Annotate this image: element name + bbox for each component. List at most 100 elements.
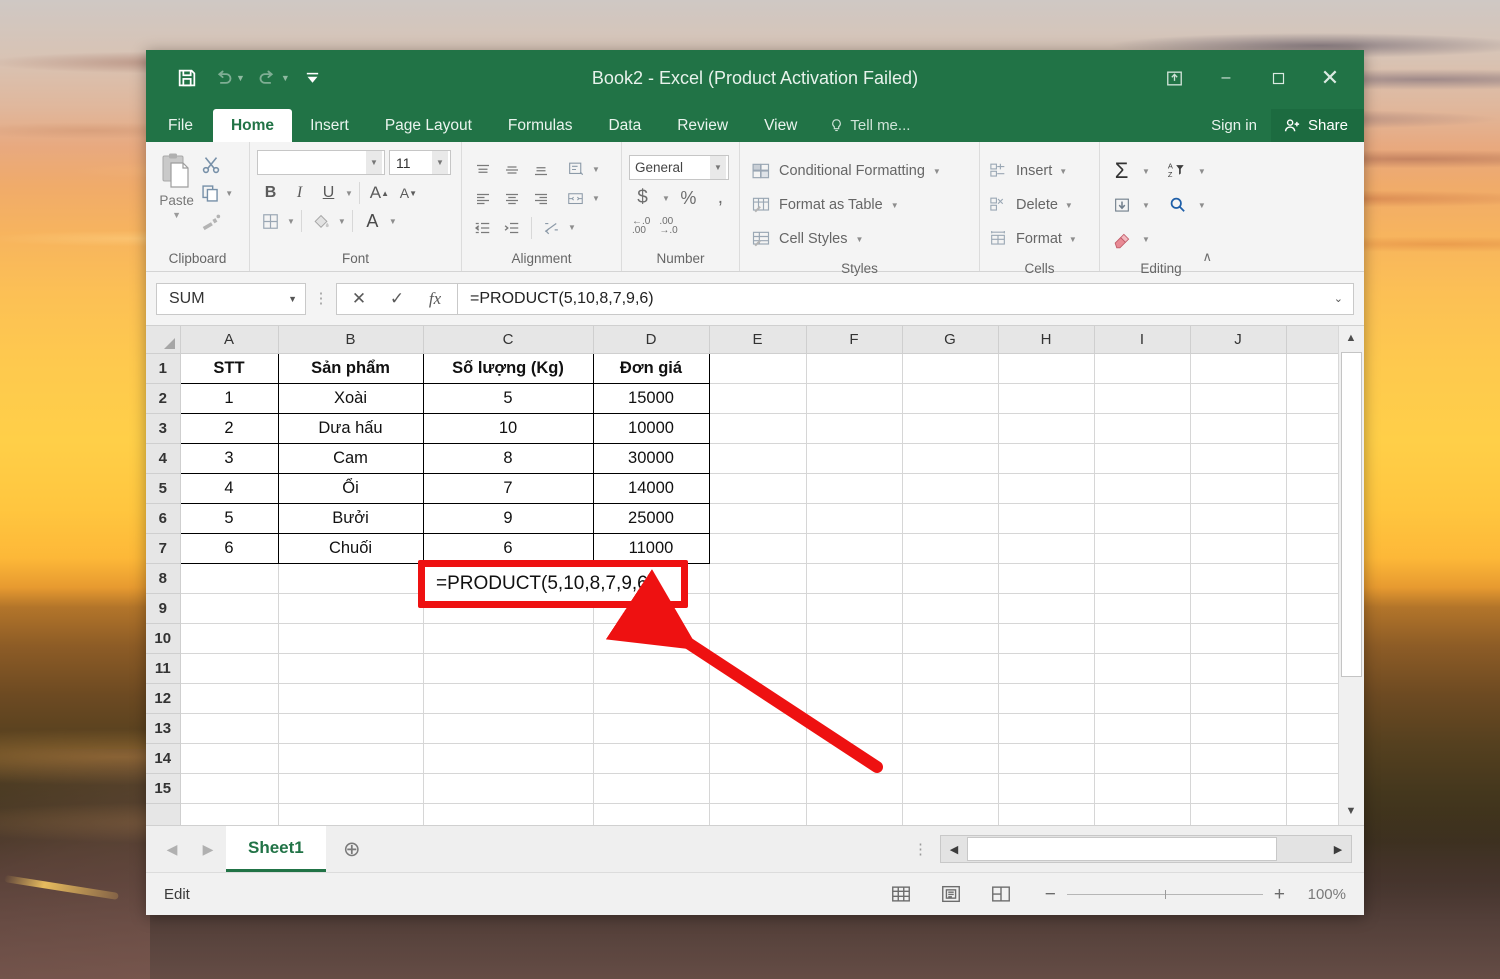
cell-C3[interactable]: 10: [422, 412, 594, 444]
column-header-J[interactable]: J: [1190, 326, 1287, 354]
sign-in-button[interactable]: Sign in: [1197, 109, 1271, 142]
cell-C1[interactable]: Số lượng (Kg): [422, 352, 594, 384]
cell-J8[interactable]: [1190, 563, 1287, 594]
orientation-dropdown-caret[interactable]: ▼: [592, 165, 600, 174]
cell-G12[interactable]: [902, 683, 999, 714]
cell-A5[interactable]: 4: [179, 472, 279, 504]
row-header-2[interactable]: 2: [146, 383, 181, 414]
cut-button[interactable]: [200, 153, 242, 177]
cell-F1[interactable]: [806, 353, 903, 384]
cell-D5[interactable]: 14000: [592, 472, 710, 504]
cell-J12[interactable]: [1190, 683, 1287, 714]
format-cells-button[interactable]: Format ▼: [988, 222, 1077, 256]
decrease-decimal-button[interactable]: .00 →.0: [659, 217, 677, 236]
page-break-preview-icon[interactable]: [989, 883, 1013, 905]
accounting-dropdown-caret[interactable]: ▼: [662, 194, 670, 203]
cell-A2[interactable]: 1: [179, 382, 279, 414]
select-all-corner[interactable]: [146, 326, 181, 354]
align-right-button[interactable]: [527, 186, 554, 212]
cell-J7[interactable]: [1190, 533, 1287, 564]
cell-K14[interactable]: [1286, 743, 1339, 774]
cell-I11[interactable]: [1094, 653, 1191, 684]
sheet-tab-sheet1[interactable]: Sheet1: [226, 826, 326, 872]
cell-D4[interactable]: 30000: [592, 442, 710, 474]
font-color-button[interactable]: A: [359, 208, 386, 234]
column-header-A[interactable]: A: [180, 326, 279, 354]
zoom-out-button[interactable]: −: [1045, 885, 1056, 904]
column-header-H[interactable]: H: [998, 326, 1095, 354]
sort-filter-caret[interactable]: ▼: [1198, 167, 1206, 176]
tell-me-search[interactable]: Tell me...: [815, 109, 924, 142]
worksheet-grid[interactable]: A B C D E F G H I J 1 STT Sản phẩm Số lư…: [146, 326, 1364, 825]
cell-H14[interactable]: [998, 743, 1095, 774]
cell-D16[interactable]: [593, 803, 710, 825]
tab-home[interactable]: Home: [212, 109, 293, 142]
cell-K5[interactable]: [1286, 473, 1339, 504]
redo-icon[interactable]: [251, 62, 285, 94]
cell-K4[interactable]: [1286, 443, 1339, 474]
cell-I3[interactable]: [1094, 413, 1191, 444]
cell-B8[interactable]: [278, 563, 424, 594]
cell-E6[interactable]: [709, 503, 807, 534]
close-button[interactable]: ✕: [1304, 58, 1356, 98]
cell-G9[interactable]: [902, 593, 999, 624]
fill-caret[interactable]: ▼: [1142, 201, 1150, 210]
ribbon-display-options-icon[interactable]: [1148, 58, 1200, 98]
column-header-C[interactable]: C: [423, 326, 594, 354]
cell-A6[interactable]: 5: [179, 502, 279, 534]
percent-style-button[interactable]: %: [675, 185, 702, 211]
undo-icon[interactable]: [206, 62, 240, 94]
cell-J4[interactable]: [1190, 443, 1287, 474]
align-left-button[interactable]: [469, 186, 496, 212]
cell-H16[interactable]: [998, 803, 1095, 825]
minimize-button[interactable]: –: [1200, 58, 1252, 98]
font-size-input[interactable]: 11 ▼: [389, 150, 451, 175]
cell-D10[interactable]: [593, 623, 710, 654]
next-sheet-button[interactable]: ▶: [190, 841, 226, 858]
cell-G8[interactable]: [902, 563, 999, 594]
increase-indent-button[interactable]: [498, 215, 525, 241]
cell-B3[interactable]: Dưa hấu: [277, 412, 424, 444]
normal-view-icon[interactable]: [889, 883, 913, 905]
orientation-button[interactable]: [562, 157, 589, 183]
cell-B15[interactable]: [278, 773, 424, 804]
cell-G2[interactable]: [902, 383, 999, 414]
italic-button[interactable]: I: [286, 180, 313, 206]
row-header-14[interactable]: 14: [146, 743, 181, 774]
tab-formulas[interactable]: Formulas: [490, 109, 591, 142]
cell-F7[interactable]: [806, 533, 903, 564]
cell-C14[interactable]: [423, 743, 594, 774]
cell-K3[interactable]: [1286, 413, 1339, 444]
cell-styles-caret[interactable]: ▼: [856, 235, 864, 244]
name-box-caret[interactable]: ▼: [288, 294, 297, 304]
delete-cells-caret[interactable]: ▼: [1065, 201, 1073, 210]
cell-E15[interactable]: [709, 773, 807, 804]
scroll-right-button[interactable]: ▶: [1325, 843, 1351, 856]
scroll-left-button[interactable]: ◀: [941, 843, 967, 856]
cell-A8[interactable]: [180, 563, 279, 594]
fill-button[interactable]: [1108, 192, 1135, 218]
collapse-ribbon-button[interactable]: ∧: [1202, 249, 1212, 265]
cell-D12[interactable]: [593, 683, 710, 714]
cell-J13[interactable]: [1190, 713, 1287, 744]
zoom-slider-handle[interactable]: [1164, 889, 1166, 899]
cell-B9[interactable]: [278, 593, 424, 624]
cell-I16[interactable]: [1094, 803, 1191, 825]
cell-J5[interactable]: [1190, 473, 1287, 504]
cell-I13[interactable]: [1094, 713, 1191, 744]
cell-G4[interactable]: [902, 443, 999, 474]
cell-K11[interactable]: [1286, 653, 1339, 684]
cell-C10[interactable]: [423, 623, 594, 654]
cell-D7[interactable]: 11000: [592, 532, 710, 564]
cell-H12[interactable]: [998, 683, 1095, 714]
align-bottom-button[interactable]: [527, 157, 554, 183]
cell-F10[interactable]: [806, 623, 903, 654]
font-color-dropdown-caret[interactable]: ▼: [389, 217, 397, 226]
cell-D6[interactable]: 25000: [592, 502, 710, 534]
horizontal-scroll-thumb[interactable]: [967, 837, 1277, 861]
cell-G13[interactable]: [902, 713, 999, 744]
wrap-text-button[interactable]: [538, 215, 565, 241]
horizontal-scrollbar[interactable]: ◀ ▶: [940, 835, 1352, 863]
cell-K15[interactable]: [1286, 773, 1339, 804]
autosum-caret[interactable]: ▼: [1142, 167, 1150, 176]
